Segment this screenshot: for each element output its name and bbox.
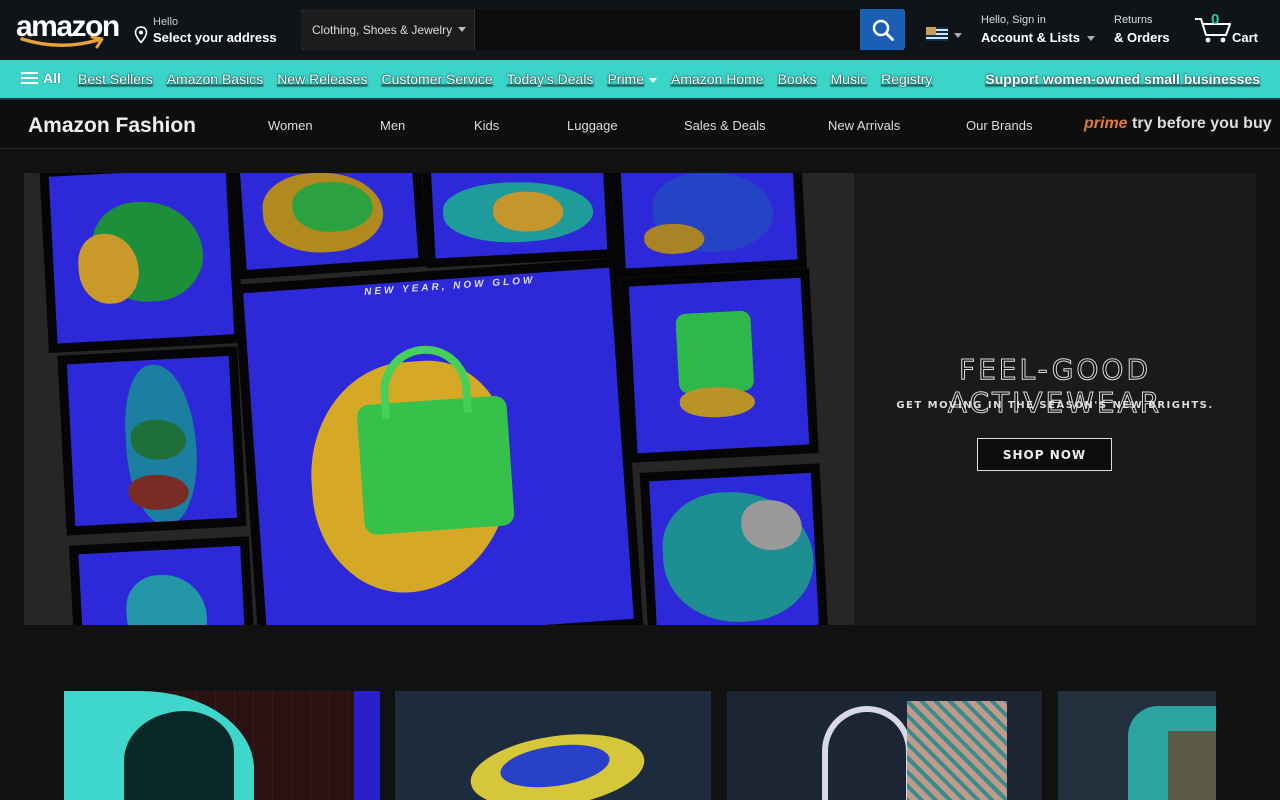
nav-item-books[interactable]: Books — [778, 71, 817, 87]
cart-button[interactable]: 0 Cart — [1194, 10, 1266, 50]
deliver-to-location[interactable]: Hello Select your address — [134, 14, 294, 48]
search-icon — [872, 19, 894, 41]
returns-and-orders[interactable]: Returns & Orders — [1114, 14, 1184, 48]
fashion-link-sales-deals[interactable]: Sales & Deals — [684, 118, 766, 133]
nav-item-customer-service[interactable]: Customer Service — [381, 71, 492, 87]
prime-tagline: try before you buy — [1132, 115, 1272, 132]
collage-tile-sports-bra — [39, 173, 244, 353]
cart-count: 0 — [1211, 11, 1220, 28]
card-image-leggings — [907, 701, 1007, 800]
account-greeting: Hello, Sign in — [981, 14, 1046, 26]
nav-links: Best Sellers Amazon Basics New Releases … — [78, 71, 946, 87]
search-button[interactable] — [860, 9, 905, 50]
nav-item-best-sellers[interactable]: Best Sellers — [78, 71, 153, 87]
fashion-link-kids[interactable]: Kids — [474, 118, 499, 133]
returns-label: Returns — [1114, 14, 1153, 26]
hero-banner[interactable]: NEW YEAR, NOW GLOW FEEL-GOOD ACTIVEWEAR … — [24, 173, 1256, 625]
nav-promo-women-owned[interactable]: Support women-owned small businesses — [985, 71, 1260, 87]
category-card-dress[interactable] — [1058, 691, 1216, 800]
all-menu-button[interactable]: All — [20, 70, 61, 86]
search-category-label: Clothing, Shoes & Jewelry — [312, 22, 453, 37]
fashion-link-men[interactable]: Men — [380, 118, 405, 133]
fashion-link-luggage[interactable]: Luggage — [567, 118, 618, 133]
main-nav-bar: All Best Sellers Amazon Basics New Relea… — [0, 60, 1280, 98]
location-hello: Hello — [153, 16, 179, 28]
fashion-link-new-arrivals[interactable]: New Arrivals — [828, 118, 900, 133]
amazon-logo[interactable]: amazon — [16, 12, 120, 50]
collage-tile-sneaker-stack — [57, 346, 247, 536]
hero-text-panel: FEEL-GOOD ACTIVEWEAR GET MOVING IN THE S… — [854, 173, 1256, 625]
chevron-down-icon — [954, 33, 962, 38]
hamburger-menu-icon — [21, 72, 38, 84]
hero-collage-image: NEW YEAR, NOW GLOW — [24, 173, 854, 625]
category-card-activewear-set[interactable] — [727, 691, 1042, 800]
prime-wordmark: prime — [1084, 115, 1128, 132]
collage-tile-sneakers-top — [421, 173, 617, 268]
search-input[interactable] — [475, 9, 860, 50]
nav-item-music[interactable]: Music — [831, 71, 868, 87]
nav-item-prime[interactable]: Prime — [607, 71, 657, 87]
location-pin-icon — [134, 26, 148, 44]
hero-subtitle: GET MOVING IN THE SEASON'S NEW BRIGHTS. — [896, 400, 1214, 411]
chevron-down-icon — [458, 27, 467, 32]
all-menu-label: All — [43, 70, 61, 86]
account-and-lists[interactable]: Hello, Sign in Account & Lists — [981, 14, 1101, 48]
fashion-subnav: Amazon Fashion Women Men Kids Luggage Sa… — [0, 98, 1280, 149]
collage-tile-folded-shirts — [230, 173, 428, 280]
chevron-down-icon — [649, 77, 657, 83]
top-header: amazon Hello Select your address Clothin… — [0, 0, 1280, 60]
search-category-dropdown[interactable]: Clothing, Shoes & Jewelry — [301, 9, 475, 50]
nav-item-registry[interactable]: Registry — [881, 71, 932, 87]
prime-try-before-you-buy[interactable]: prime try before you buy — [1084, 115, 1272, 133]
chevron-down-icon — [1087, 36, 1095, 41]
collage-tile-small-tote — [619, 268, 819, 463]
collage-tile-tank-top — [68, 536, 256, 625]
shop-now-button[interactable]: SHOP NOW — [977, 438, 1112, 471]
cart-label: Cart — [1232, 30, 1259, 45]
collage-tile-tote-bag — [233, 258, 644, 625]
location-select-address: Select your address — [153, 30, 277, 45]
collage-tile-sneakers-bottom — [639, 463, 829, 625]
search-bar: Clothing, Shoes & Jewelry — [301, 9, 905, 50]
card-image-olive-bag — [1168, 731, 1216, 800]
collage-tile-blue-top — [610, 173, 808, 278]
nav-item-amazon-basics[interactable]: Amazon Basics — [167, 71, 263, 87]
nav-item-prime-label: Prime — [607, 71, 644, 87]
nav-item-todays-deals[interactable]: Today's Deals — [507, 71, 594, 87]
fashion-brand-title[interactable]: Amazon Fashion — [28, 114, 196, 138]
fashion-link-our-brands[interactable]: Our Brands — [966, 118, 1032, 133]
smile-arrow-icon — [20, 36, 104, 49]
account-lists-label: Account & Lists — [981, 30, 1080, 45]
us-flag-icon — [926, 27, 948, 41]
category-card-sandal[interactable] — [395, 691, 711, 800]
nav-item-amazon-home[interactable]: Amazon Home — [671, 71, 764, 87]
fashion-link-women[interactable]: Women — [268, 118, 313, 133]
card-image-sports-bra — [822, 706, 912, 800]
nav-item-new-releases[interactable]: New Releases — [277, 71, 367, 87]
category-card-hoodie[interactable] — [64, 691, 380, 800]
language-flag-selector[interactable] — [926, 24, 964, 44]
orders-label: & Orders — [1114, 30, 1170, 45]
